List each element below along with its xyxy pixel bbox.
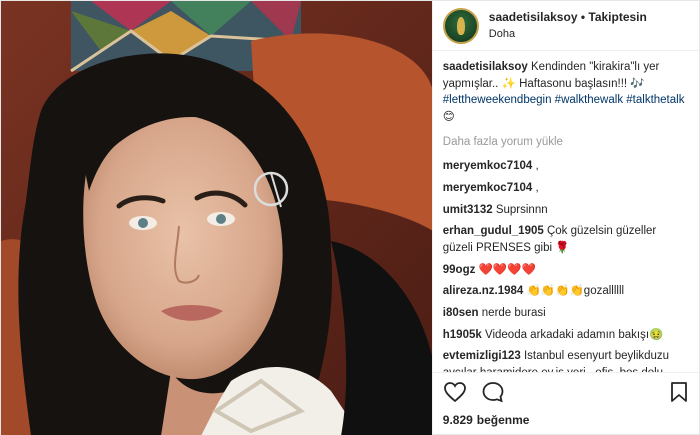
comment-text: Suprsinnn: [495, 203, 548, 216]
likes-number: 9.829: [442, 413, 473, 427]
comment-username[interactable]: meryemkoc7104: [443, 160, 533, 172]
heart-icon[interactable]: [443, 381, 467, 403]
comment-item: h1905k Videoda arkadaki adamın bakışı🤢: [443, 327, 689, 344]
comment-text: 👏👏👏👏gozallllll: [526, 285, 625, 298]
comment-username[interactable]: h1905k: [443, 329, 482, 341]
hashtag-link[interactable]: #walkthewalk: [555, 94, 623, 106]
instagram-post: saadetisilaksoy • Takiptesin Doha saadet…: [0, 0, 700, 435]
header-top-line: saadetisilaksoy • Takiptesin: [489, 10, 647, 26]
comment-item: meryemkoc7104 ,: [443, 158, 689, 175]
comment-text: Videoda arkadaki adamın bakışı🤢: [484, 328, 664, 341]
comment-item: erhan_gudul_1905 Çok güzelsin güzeller g…: [443, 223, 689, 256]
caption-emoji: 😊: [442, 111, 455, 124]
likes-count[interactable]: 9.829 beğenme: [433, 410, 699, 435]
comment-text: ,: [535, 182, 539, 195]
hashtag-link[interactable]: #talkthetalk: [626, 94, 684, 106]
comment-item: umit3132 Suprsinnn: [443, 202, 689, 219]
post-photo[interactable]: [1, 1, 432, 435]
likes-label: beğenme: [476, 413, 530, 427]
bookmark-icon[interactable]: [669, 381, 689, 403]
comment-item: i80sen nerde burasi: [443, 305, 689, 322]
caption: saadetisilaksoy Kendinden "kirakira"lı y…: [443, 59, 689, 126]
comments-section: saadetisilaksoy Kendinden "kirakira"lı y…: [433, 51, 699, 372]
comment-username[interactable]: umit3132: [443, 204, 493, 216]
comment-text: ❤️❤️❤️❤️: [478, 263, 536, 276]
comment-text: ,: [535, 160, 539, 173]
follow-status[interactable]: Takiptesin: [588, 10, 646, 24]
post-header: saadetisilaksoy • Takiptesin Doha: [432, 1, 699, 51]
comment-username[interactable]: erhan_gudul_1905: [443, 225, 544, 237]
load-more-comments-button[interactable]: Daha fazla yorum yükle: [443, 134, 689, 151]
header-text: saadetisilaksoy • Takiptesin Doha: [489, 10, 647, 42]
header-separator: •: [580, 9, 586, 24]
avatar[interactable]: [442, 7, 479, 44]
comment-item: meryemkoc7104 ,: [443, 180, 689, 197]
comment-text: nerde burasi: [481, 307, 546, 320]
action-bar: [432, 372, 699, 410]
comment-username[interactable]: evtemizligi123: [443, 350, 521, 362]
header-username[interactable]: saadetisilaksoy: [489, 10, 578, 24]
hashtag-link[interactable]: #lettheweekendbegin: [443, 94, 552, 106]
comment-item: evtemizligi123 Istanbul esenyurt beylikd…: [443, 348, 689, 372]
post-sidebar: saadetisilaksoy • Takiptesin Doha saadet…: [431, 1, 699, 435]
comment-username[interactable]: meryemkoc7104: [443, 182, 533, 194]
comment-item: alireza.nz.1984 👏👏👏👏gozallllll: [443, 283, 689, 300]
location-label[interactable]: Doha: [489, 27, 647, 41]
comment-username[interactable]: alireza.nz.1984: [443, 285, 524, 297]
caption-username[interactable]: saadetisilaksoy: [443, 61, 528, 73]
comment-icon[interactable]: [481, 381, 505, 403]
comment-username[interactable]: 99ogz: [443, 264, 476, 276]
comment-item: 99ogz ❤️❤️❤️❤️: [443, 262, 689, 279]
selfie-photo-illustration: [1, 1, 432, 435]
comment-username[interactable]: i80sen: [443, 307, 479, 319]
